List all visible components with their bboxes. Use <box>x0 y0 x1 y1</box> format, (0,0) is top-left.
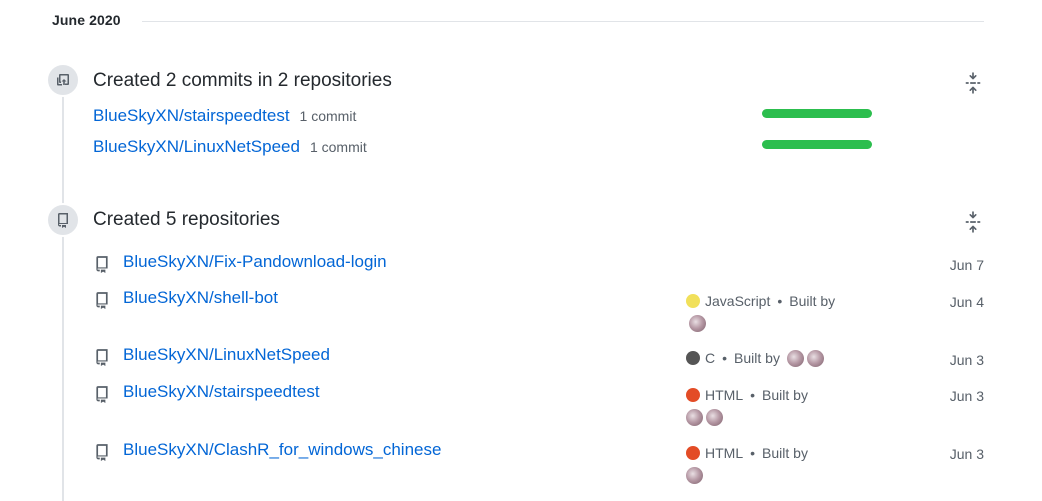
month-label: June 2020 <box>52 12 121 28</box>
commit-row: BlueSkyXN/LinuxNetSpeed 1 commit <box>93 137 367 159</box>
repo-icon <box>46 203 80 237</box>
commit-row: BlueSkyXN/stairspeedtest 1 commit <box>93 106 356 128</box>
list-item: BlueSkyXN/stairspeedtest HTML • Built by J… <box>93 382 984 428</box>
repos-event-title: Created 5 repositories <box>93 209 280 230</box>
repo-date: Jun 3 <box>949 446 984 462</box>
language-color-dot <box>686 294 700 308</box>
built-by-label: Built by <box>762 445 808 461</box>
language-label: HTML <box>705 387 744 403</box>
commit-bar <box>762 109 872 118</box>
separator: • <box>777 293 783 309</box>
month-divider <box>142 21 984 22</box>
repo-meta: C • Built by <box>686 347 886 369</box>
repo-date: Jun 7 <box>949 257 984 273</box>
repo-link[interactable]: BlueSkyXN/Fix-Pandownload-login <box>123 252 387 272</box>
fold-icon[interactable] <box>962 72 984 94</box>
repo-link[interactable]: BlueSkyXN/LinuxNetSpeed <box>93 137 300 157</box>
language-label: JavaScript <box>705 293 771 309</box>
separator: • <box>750 387 756 403</box>
avatar[interactable] <box>686 467 703 484</box>
avatar[interactable] <box>686 409 703 426</box>
language-color-dot <box>686 388 700 402</box>
avatar[interactable] <box>786 350 804 367</box>
list-item: BlueSkyXN/LinuxNetSpeed C • Built by Jun 3 <box>93 345 984 371</box>
timeline-line <box>62 64 64 501</box>
language-label: C <box>705 350 716 366</box>
repo-icon <box>96 256 108 273</box>
language-label: HTML <box>705 445 744 461</box>
separator: • <box>722 350 728 366</box>
built-by-label: Built by <box>762 387 808 403</box>
repo-icon <box>96 444 108 461</box>
commit-bar <box>762 140 872 149</box>
repo-icon <box>96 386 108 403</box>
repo-icon <box>96 349 108 366</box>
list-item: BlueSkyXN/shell-bot JavaScript • Built by … <box>93 288 984 334</box>
repo-link[interactable]: BlueSkyXN/stairspeedtest <box>93 106 290 126</box>
avatar[interactable] <box>689 315 706 332</box>
commit-count: 1 commit <box>299 108 357 124</box>
repo-link[interactable]: BlueSkyXN/LinuxNetSpeed <box>123 345 330 365</box>
avatar[interactable] <box>806 350 824 367</box>
list-item: BlueSkyXN/ClashR_for_windows_chinese HTM… <box>93 440 984 486</box>
repo-link[interactable]: BlueSkyXN/ClashR_for_windows_chinese <box>123 440 441 460</box>
repo-meta: JavaScript • Built by <box>686 290 836 334</box>
list-item: BlueSkyXN/Fix-Pandownload-login Jun 7 <box>93 252 984 278</box>
built-by-label: Built by <box>734 350 780 366</box>
repo-date: Jun 4 <box>949 294 984 310</box>
repo-push-icon <box>46 63 80 97</box>
built-by-label: Built by <box>789 293 836 309</box>
language-color-dot <box>686 446 700 460</box>
repo-date: Jun 3 <box>949 388 984 404</box>
separator: • <box>750 445 756 461</box>
repo-link[interactable]: BlueSkyXN/shell-bot <box>123 288 278 308</box>
repo-date: Jun 3 <box>949 352 984 368</box>
repo-meta: HTML • Built by <box>686 442 836 486</box>
repo-meta: HTML • Built by <box>686 384 836 428</box>
language-color-dot <box>686 351 700 365</box>
fold-icon[interactable] <box>962 211 984 233</box>
commits-event-title: Created 2 commits in 2 repositories <box>93 70 392 91</box>
repo-icon <box>96 292 108 309</box>
month-header: June 2020 <box>52 12 984 32</box>
avatar[interactable] <box>706 409 723 426</box>
repo-link[interactable]: BlueSkyXN/stairspeedtest <box>123 382 320 402</box>
commit-count: 1 commit <box>309 139 367 155</box>
